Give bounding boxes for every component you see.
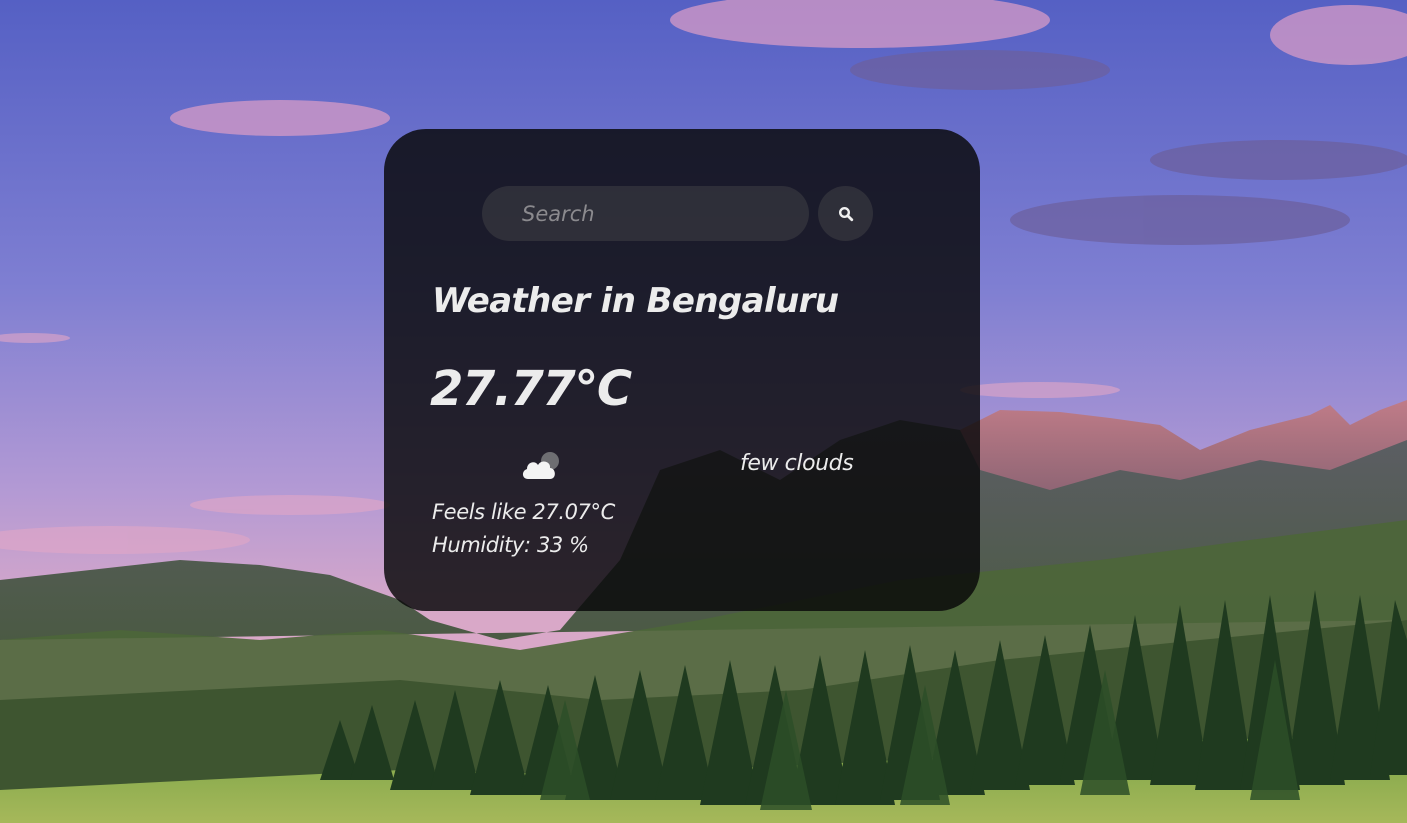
- search-button[interactable]: [818, 186, 873, 241]
- search-bar: [482, 186, 873, 241]
- city-title: Weather in Bengaluru: [432, 281, 839, 321]
- few-clouds-icon: [522, 452, 559, 479]
- weather-card: Weather in Bengaluru 27.77°C few clouds …: [384, 129, 980, 611]
- humidity: Humidity: 33 %: [432, 533, 589, 557]
- search-icon: [838, 206, 853, 221]
- search-input[interactable]: [482, 186, 809, 241]
- temperature: 27.77°C: [430, 361, 632, 417]
- weather-description: few clouds: [740, 451, 854, 476]
- feels-like: Feels like 27.07°C: [432, 500, 615, 524]
